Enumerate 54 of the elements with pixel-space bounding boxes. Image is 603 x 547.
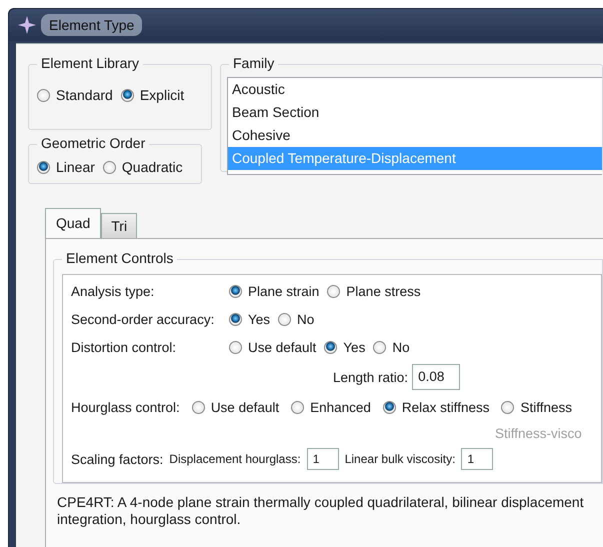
disabled-label: Stiffness-visco — [495, 426, 582, 440]
field-label: Distortion control: — [71, 340, 178, 354]
radio-label[interactable]: Yes — [248, 312, 270, 326]
tab[interactable]: Tri — [101, 213, 138, 238]
radio-button[interactable] — [229, 284, 242, 298]
radio-button[interactable] — [229, 340, 242, 354]
list-item[interactable]: Cohesive — [228, 124, 602, 147]
radio-label[interactable]: Standard — [56, 87, 113, 103]
radio-label[interactable]: Plane strain — [248, 284, 320, 298]
radio-label[interactable]: Linear — [56, 159, 95, 175]
radio-button[interactable] — [382, 400, 396, 414]
input-field[interactable]: 1 — [461, 448, 494, 470]
description-text: CPE4RT: A 4-node plane strain thermally coupled quadrilateral, bilinear displacement — [57, 494, 585, 511]
tab[interactable]: Quad — [45, 208, 102, 238]
radio-button[interactable] — [37, 160, 50, 174]
radio-label[interactable]: No — [392, 340, 410, 354]
group-title: Geometric Order — [37, 135, 150, 151]
radio-label[interactable]: No — [297, 312, 314, 326]
radio-button[interactable] — [229, 312, 242, 326]
group-title: Element Controls — [62, 250, 178, 266]
radio-button[interactable] — [324, 340, 338, 354]
radio-button[interactable] — [373, 340, 386, 354]
radio-label[interactable]: Use default — [210, 400, 280, 414]
group-title: Family — [229, 55, 278, 71]
input-field[interactable]: 0.08 — [412, 364, 460, 390]
radio-label[interactable]: Relax stiffness — [402, 400, 490, 414]
radio-button[interactable] — [278, 312, 292, 326]
field-label: Analysis type: — [71, 284, 156, 298]
description-text: integration, hourglass control. — [57, 511, 242, 528]
field-label: Second-order accuracy: — [71, 312, 216, 326]
field-label: Linear bulk viscosity: — [344, 452, 456, 466]
field-label: Hourglass control: — [71, 400, 180, 414]
list-item[interactable]: Acoustic — [228, 78, 602, 101]
radio-button[interactable] — [120, 88, 134, 102]
window-title: Element Type — [41, 14, 142, 36]
radio-label[interactable]: Enhanced — [310, 400, 371, 414]
radio-button[interactable] — [102, 160, 116, 174]
group-title: Element Library — [37, 55, 144, 71]
radio-label[interactable]: Explicit — [140, 87, 184, 103]
radio-label[interactable]: Quadratic — [122, 159, 183, 175]
field-label: Displacement hourglass: — [169, 452, 301, 466]
radio-button[interactable] — [192, 400, 205, 414]
radio-button[interactable] — [37, 88, 50, 102]
radio-label[interactable]: Yes — [343, 340, 366, 354]
radio-button[interactable] — [291, 400, 304, 414]
input-field[interactable]: 1 — [306, 448, 339, 470]
radio-label[interactable]: Use default — [248, 340, 316, 354]
radio-label[interactable]: Plane stress — [346, 284, 421, 298]
field-label: Scaling factors: — [71, 452, 164, 466]
radio-label[interactable]: Stiffness — [520, 400, 572, 414]
list-item[interactable]: Beam Section — [228, 101, 602, 124]
radio-button[interactable] — [327, 284, 340, 298]
radio-button[interactable] — [501, 400, 514, 414]
field-label: Length ratio: — [333, 370, 408, 384]
